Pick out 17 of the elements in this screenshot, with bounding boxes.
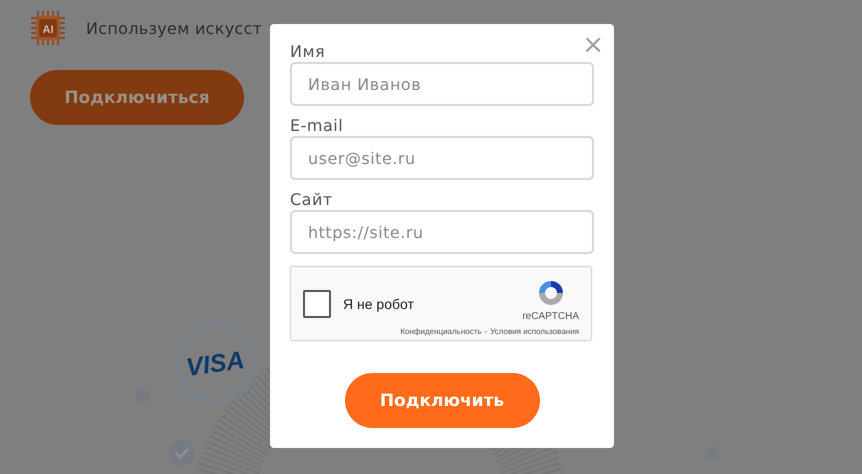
- visa-badge-icon: VISA: [172, 320, 258, 404]
- captcha-brand: reCAPTCHA: [522, 311, 579, 322]
- submit-button[interactable]: Подключить: [344, 373, 540, 428]
- input-field[interactable]: Иван Иванов: [290, 62, 594, 106]
- field-label: E-mail: [290, 116, 344, 136]
- terms-link[interactable]: Условия использования: [490, 327, 579, 336]
- connect-button[interactable]: Подключиться: [30, 70, 244, 125]
- close-button[interactable]: ×: [580, 32, 606, 58]
- field-label: Сайт: [290, 190, 333, 210]
- captcha-label: Я не робот: [343, 296, 414, 312]
- link-separator: -: [484, 327, 488, 336]
- captcha-checkbox[interactable]: [303, 290, 331, 318]
- field-label: Имя: [290, 42, 326, 62]
- input-field[interactable]: https://site.ru: [290, 210, 594, 254]
- privacy-link[interactable]: Конфиденциальность: [400, 327, 482, 336]
- heading-text: Используем искусст: [86, 18, 262, 38]
- input-field[interactable]: user@site.ru: [290, 136, 594, 180]
